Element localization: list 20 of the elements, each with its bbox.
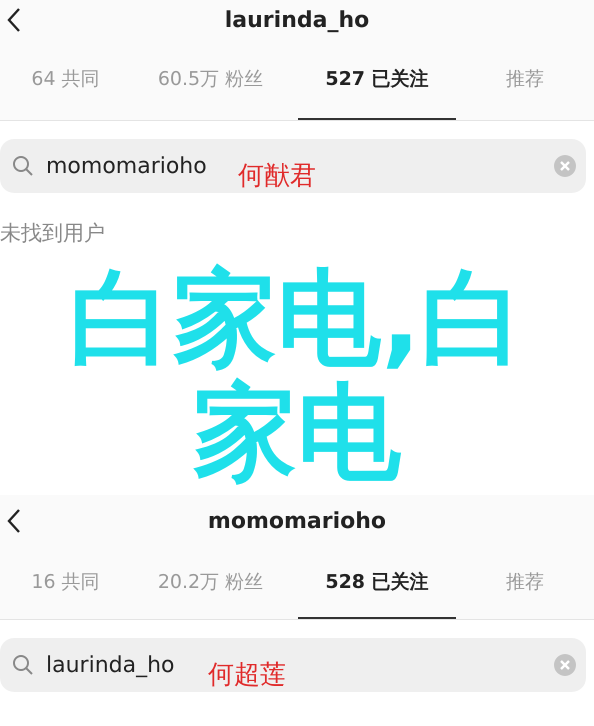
tab[interactable]: 20.2万 粉丝	[123, 547, 298, 619]
search-text: momomarioho	[46, 154, 207, 178]
tab[interactable]: 推荐	[456, 40, 594, 120]
search-field[interactable]: momomarioho 何猷君	[0, 139, 586, 193]
tab[interactable]: 推荐	[456, 547, 594, 619]
search-icon	[12, 654, 34, 676]
tab[interactable]: 60.5万 粉丝	[123, 40, 298, 120]
search-field[interactable]: laurinda_ho 何超莲	[0, 638, 586, 692]
search-icon	[12, 155, 34, 177]
tab[interactable]: 64 共同	[8, 40, 123, 120]
back-icon[interactable]	[6, 508, 22, 534]
profile-title: momomarioho	[208, 508, 386, 534]
annotation: 何猷君	[238, 163, 316, 189]
search-text: laurinda_ho	[46, 652, 174, 678]
back-icon[interactable]	[6, 7, 22, 33]
overlay-caption: 白家电,白家电	[68, 261, 526, 495]
profile-title: laurinda_ho	[224, 8, 370, 32]
no-results-message: 未找到用户	[0, 220, 105, 247]
annotation: 何超莲	[208, 662, 286, 688]
tab[interactable]: 16 共同	[8, 547, 123, 619]
